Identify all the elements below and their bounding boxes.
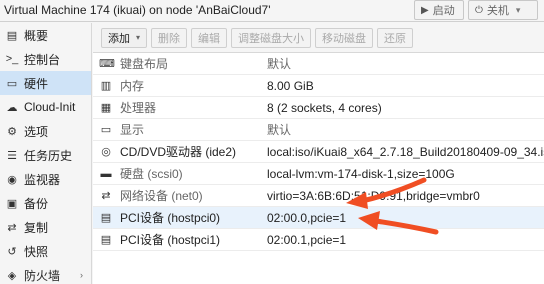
start-button[interactable]: ▶ 启动 xyxy=(414,0,464,20)
revert-button-label: 还原 xyxy=(384,32,407,45)
chevron-down-icon[interactable]: ▾ xyxy=(516,5,521,16)
hardware-row-value: 02:00.1,pcie=1 xyxy=(267,232,347,247)
hardware-row-value: virtio=3A:6B:6D:51:D9:91,bridge=vmbr0 xyxy=(267,188,480,203)
edit-button-label: 编辑 xyxy=(198,32,221,45)
hardware-row-label: 键盘布局 xyxy=(120,57,169,71)
start-button-label: 启动 xyxy=(432,5,455,17)
window-title: Virtual Machine 174 (ikuai) on node 'AnB… xyxy=(4,3,271,17)
sidebar-item-label: 任务历史 xyxy=(24,148,73,163)
cloud-icon: ☁ xyxy=(6,101,18,114)
eye-icon: ◉ xyxy=(7,173,17,186)
summary-icon: ▤ xyxy=(6,29,18,42)
hardware-row-label: PCI设备 (hostpci0) xyxy=(120,211,221,225)
hardware-row-keyboard[interactable]: ⌨ 键盘布局 默认 xyxy=(93,53,544,75)
hardware-row-value: 默认 xyxy=(267,57,292,71)
hardware-row-label: 硬盘 (scsi0) xyxy=(120,167,183,181)
sidebar-item-label: 概要 xyxy=(24,28,49,43)
power-icon: ⏻ xyxy=(475,4,483,16)
sidebar-item-console[interactable]: >_ 控制台 xyxy=(0,47,91,71)
cpu-icon: ▦ xyxy=(100,102,112,114)
add-button-label: 添加 xyxy=(108,32,130,45)
hardware-row-value: local-lvm:vm-174-disk-1,size=100G xyxy=(267,166,455,181)
move-disk-button[interactable]: 移动磁盘 xyxy=(315,27,374,48)
chevron-right-icon[interactable]: › xyxy=(80,270,83,280)
shutdown-button[interactable]: ⏻ 关机 ▾ xyxy=(468,0,538,20)
pci-card-icon: ▤ xyxy=(100,234,112,246)
sidebar-item-replication[interactable]: ⇄ 复制 xyxy=(0,215,91,239)
revert-button[interactable]: 还原 xyxy=(377,27,414,48)
sidebar-item-summary[interactable]: ▤ 概要 xyxy=(0,23,91,47)
pci-card-icon: ▤ xyxy=(100,212,112,224)
list-icon: ☰ xyxy=(7,149,17,162)
sidebar-item-label: 控制台 xyxy=(24,52,61,67)
retweet-icon: ⇄ xyxy=(7,221,17,234)
sidebar-item-label: 硬件 xyxy=(24,76,49,91)
resize-disk-button-label: 调整磁盘大小 xyxy=(238,32,305,45)
window-titlebar: Virtual Machine 174 (ikuai) on node 'AnB… xyxy=(0,0,544,22)
save-icon: ▣ xyxy=(6,197,18,210)
hardware-row-processor[interactable]: ▦ 处理器 8 (2 sockets, 4 cores) xyxy=(93,97,544,119)
remove-button-label: 删除 xyxy=(158,32,181,45)
remove-button[interactable]: 删除 xyxy=(151,27,188,48)
play-icon: ▶ xyxy=(421,4,429,16)
sidebar-item-label: 快照 xyxy=(24,244,49,259)
sidebar-item-task-history[interactable]: ☰ 任务历史 xyxy=(0,143,91,167)
network-icon: ⇄ xyxy=(101,190,111,202)
sidebar-item-backup[interactable]: ▣ 备份 xyxy=(0,191,91,215)
sidebar-item-options[interactable]: ⚙ 选项 xyxy=(0,119,91,143)
gear-icon: ⚙ xyxy=(7,125,17,138)
shield-icon: ◈ xyxy=(7,269,17,282)
edit-button[interactable]: 编辑 xyxy=(191,27,228,48)
history-icon: ↺ xyxy=(7,245,17,258)
hardware-panel: 添加 ▾ 删除 编辑 调整磁盘大小 移动磁盘 还原 ⌨ 键盘布局 默认 ▥ 内存… xyxy=(93,23,544,284)
hardware-row-label: 处理器 xyxy=(120,101,157,115)
harddisk-icon: ▬ xyxy=(100,167,112,180)
chevron-down-icon: ▾ xyxy=(136,33,141,42)
sidebar-item-label: 复制 xyxy=(24,220,49,235)
sidebar-item-label: 选项 xyxy=(24,124,49,139)
hardware-list: ⌨ 键盘布局 默认 ▥ 内存 8.00 GiB ▦ 处理器 8 (2 socke… xyxy=(93,53,544,251)
console-icon: >_ xyxy=(5,53,19,65)
sidebar-item-snapshots[interactable]: ↺ 快照 xyxy=(0,239,91,263)
hardware-row-network[interactable]: ⇄ 网络设备 (net0) virtio=3A:6B:6D:51:D9:91,b… xyxy=(93,185,544,207)
hardware-row-harddisk[interactable]: ▬ 硬盘 (scsi0) local-lvm:vm-174-disk-1,siz… xyxy=(93,163,544,185)
display-icon: ▭ xyxy=(100,124,112,136)
cdrom-icon: ◎ xyxy=(101,146,111,158)
hardware-row-label: CD/DVD驱动器 (ide2) xyxy=(120,145,237,159)
monitor-icon: ▭ xyxy=(6,77,18,90)
hardware-row-label: 网络设备 (net0) xyxy=(120,189,203,203)
shutdown-button-label: 关机 xyxy=(486,5,509,17)
hardware-row-cdrom[interactable]: ◎ CD/DVD驱动器 (ide2) local:iso/iKuai8_x64_… xyxy=(93,141,544,163)
hardware-toolbar: 添加 ▾ 删除 编辑 调整磁盘大小 移动磁盘 还原 xyxy=(93,23,544,53)
hardware-row-label: 显示 xyxy=(120,123,145,137)
hardware-row-memory[interactable]: ▥ 内存 8.00 GiB xyxy=(93,75,544,97)
sidebar-item-monitor[interactable]: ◉ 监视器 xyxy=(0,167,91,191)
hardware-row-value: 默认 xyxy=(267,123,292,137)
hardware-row-value: 8.00 GiB xyxy=(267,78,314,93)
sidebar-item-firewall[interactable]: ◈ 防火墙 › xyxy=(0,263,91,284)
sidebar-item-hardware[interactable]: ▭ 硬件 xyxy=(0,71,91,95)
sidebar-item-label: 防火墙 xyxy=(24,268,61,283)
hardware-row-value: 8 (2 sockets, 4 cores) xyxy=(267,100,382,115)
hardware-row-value: local:iso/iKuai8_x64_2.7.18_Build2018040… xyxy=(267,144,544,159)
hardware-row-value: 02:00.0,pcie=1 xyxy=(267,210,347,225)
memory-icon: ▥ xyxy=(100,80,112,92)
hardware-row-label: 内存 xyxy=(120,79,145,93)
sidebar-item-cloud-init[interactable]: ☁ Cloud-Init xyxy=(0,95,91,119)
sidebar-item-label: Cloud-Init xyxy=(24,100,76,114)
resize-disk-button[interactable]: 调整磁盘大小 xyxy=(231,27,312,48)
vm-sidebar: ▤ 概要 >_ 控制台 ▭ 硬件 ☁ Cloud-Init ⚙ 选项 ☰ 任务历… xyxy=(0,23,92,284)
hardware-row-label: PCI设备 (hostpci1) xyxy=(120,233,221,247)
move-disk-button-label: 移动磁盘 xyxy=(322,32,367,45)
sidebar-item-label: 备份 xyxy=(24,196,49,211)
add-button[interactable]: 添加 ▾ xyxy=(101,27,148,48)
hardware-row-display[interactable]: ▭ 显示 默认 xyxy=(93,119,544,141)
sidebar-item-label: 监视器 xyxy=(24,172,61,187)
keyboard-icon: ⌨ xyxy=(99,58,115,70)
hardware-row-pci0[interactable]: ▤ PCI设备 (hostpci0) 02:00.0,pcie=1 xyxy=(93,207,544,229)
hardware-row-pci1[interactable]: ▤ PCI设备 (hostpci1) 02:00.1,pcie=1 xyxy=(93,229,544,251)
